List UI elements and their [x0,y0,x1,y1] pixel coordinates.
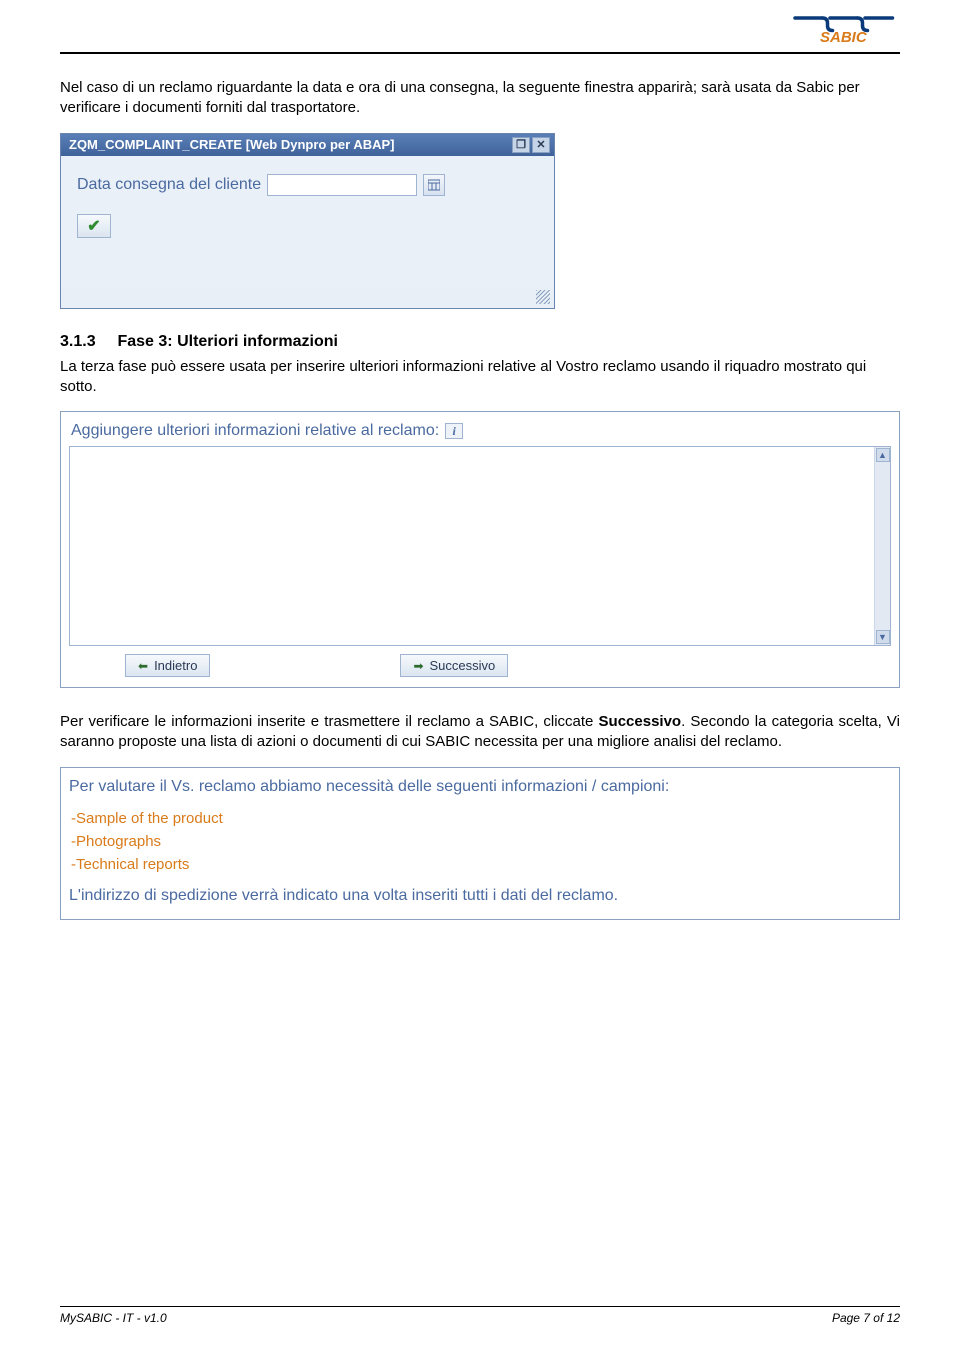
resize-handle[interactable] [536,290,550,304]
scroll-down-arrow[interactable]: ▼ [876,630,890,644]
calendar-icon [428,179,440,191]
additional-info-textarea[interactable]: ▲ ▼ [69,446,891,646]
section-number: 3.1.3 [60,333,96,350]
popup-title: ZQM_COMPLAINT_CREATE [Web Dynpro per ABA… [69,137,395,152]
vertical-scrollbar[interactable]: ▲ ▼ [874,447,890,645]
notice-footer: L'indirizzo di spedizione verrà indicato… [69,887,891,905]
notice-panel: Per valutare il Vs. reclamo abbiamo nece… [60,767,900,920]
back-button[interactable]: ⬅ Indietro [125,654,210,677]
footer-left: MySABIC - IT - v1.0 [60,1311,167,1325]
popup-titlebar: ZQM_COMPLAINT_CREATE [Web Dynpro per ABA… [61,134,554,156]
confirm-button[interactable]: ✔ [77,214,111,238]
date-picker-button[interactable] [423,174,445,196]
notice-heading: Per valutare il Vs. reclamo abbiamo nece… [69,778,891,796]
scroll-up-arrow[interactable]: ▲ [876,448,890,462]
popup-close-button[interactable]: ✕ [532,137,550,153]
section-title: Fase 3: Ulteriori informazioni [117,333,337,350]
next-label: Successivo [430,658,496,673]
notice-item: -Technical reports [71,856,891,873]
notice-item: -Photographs [71,833,891,850]
verify-paragraph: Per verificare le informazioni inserite … [60,712,900,753]
notice-item: -Sample of the product [71,810,891,827]
sabic-logo: SABIC [790,8,900,48]
arrow-left-icon: ⬅ [138,659,148,673]
delivery-date-label: Data consegna del cliente [77,176,261,194]
next-button[interactable]: ➡ Successivo [400,654,508,677]
page-footer: MySABIC - IT - v1.0 Page 7 of 12 [60,1306,900,1325]
delivery-date-popup: ZQM_COMPLAINT_CREATE [Web Dynpro per ABA… [60,133,555,309]
section-heading: 3.1.3 Fase 3: Ulteriori informazioni [60,333,900,351]
page-header: SABIC [60,0,900,52]
back-label: Indietro [154,658,197,673]
panel-label: Aggiungere ulteriori informazioni relati… [71,422,439,440]
section-body: La terza fase può essere usata per inser… [60,357,900,398]
delivery-date-input[interactable] [267,174,417,196]
check-icon: ✔ [87,216,100,236]
additional-info-panel: Aggiungere ulteriori informazioni relati… [60,411,900,688]
svg-text:SABIC: SABIC [820,29,868,46]
footer-right: Page 7 of 12 [832,1311,900,1325]
intro-paragraph: Nel caso di un reclamo riguardante la da… [60,78,900,119]
header-divider [60,52,900,54]
arrow-right-icon: ➡ [413,659,423,673]
info-icon[interactable]: i [445,423,463,439]
popup-max-button[interactable]: ❐ [512,137,530,153]
